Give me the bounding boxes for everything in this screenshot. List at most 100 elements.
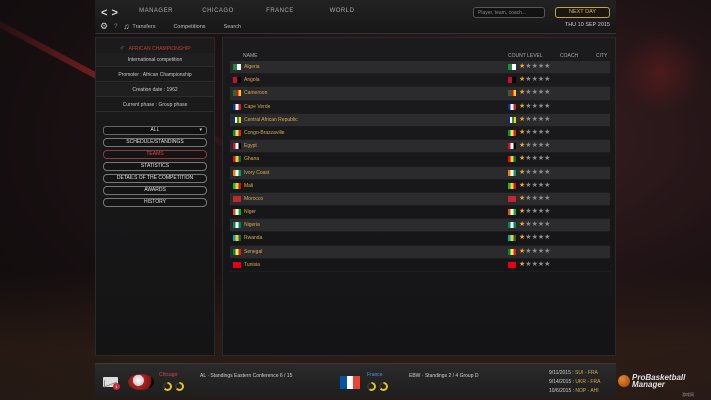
table-row[interactable]: Ghana ★★★★★: [230, 153, 610, 167]
table-row[interactable]: Angola ★★★★★: [230, 74, 610, 88]
level-flag-icon: [508, 248, 516, 255]
table-row[interactable]: Morocco ★★★★★: [230, 192, 610, 207]
country-name[interactable]: Rwanda: [244, 235, 262, 241]
chicago-logo-icon[interactable]: [128, 374, 154, 390]
table-row[interactable]: Tunisia ★★★★★: [230, 259, 610, 272]
table-row[interactable]: Cameroon ★★★★★: [230, 87, 610, 101]
tab-manager[interactable]: MANAGER: [135, 8, 177, 14]
country-name[interactable]: Egypt: [244, 143, 257, 149]
competition-title: ♂ AFRICAN CHAMPIONSHIP: [96, 45, 214, 52]
menu-competition-details[interactable]: DETAILS OF THE COMPETITION: [103, 174, 207, 183]
country-flag-icon: [233, 248, 241, 255]
table-row[interactable]: Nigeria ★★★★★: [230, 219, 610, 233]
sub-link-competitions[interactable]: Competitions: [173, 24, 205, 30]
header-city[interactable]: CITY: [596, 53, 607, 59]
result-row[interactable]: 10/6/2015 : NOP - AHI: [549, 387, 600, 396]
info-creation-date: Creation date : 1962: [96, 83, 214, 97]
level-stars: ★★★★★: [519, 115, 550, 123]
level-flag-icon: [508, 64, 516, 70]
table-row[interactable]: Egypt ★★★★★: [230, 140, 610, 154]
star-empty-icon: ★: [544, 234, 551, 242]
star-empty-icon: ★: [544, 208, 551, 216]
star-empty-icon: ★: [544, 128, 551, 136]
info-promoter: Promoter : African Championship: [96, 68, 214, 82]
forward-arrow-icon[interactable]: >: [111, 7, 117, 19]
star-empty-icon: ★: [544, 194, 551, 202]
menu-awards[interactable]: AWARDS: [103, 186, 207, 195]
male-icon: ♂: [119, 45, 125, 52]
table-row[interactable]: Niger ★★★★★: [230, 206, 610, 220]
mail-count-badge: 1: [113, 383, 120, 390]
country-name[interactable]: Cape Verde: [244, 104, 270, 110]
country-name[interactable]: Senegal: [244, 249, 262, 255]
search-input[interactable]: Player, team, coach...: [473, 7, 545, 18]
gear-icon[interactable]: ⚙: [100, 21, 108, 32]
team1-morale-gauge: [163, 382, 172, 391]
level-stars: ★★★★★: [519, 220, 550, 228]
menu-history[interactable]: HISTORY: [103, 198, 207, 207]
country-flag-icon: [233, 169, 241, 176]
country-name[interactable]: Cameroon: [244, 90, 267, 96]
country-flag-icon: [233, 103, 241, 110]
country-name[interactable]: Congo-Brazzaville: [244, 130, 285, 136]
country-flag-icon: [233, 129, 241, 136]
star-empty-icon: ★: [544, 115, 551, 123]
table-row[interactable]: Congo-Brazzaville ★★★★★: [230, 127, 610, 141]
tab-france[interactable]: FRANCE: [259, 8, 301, 14]
back-arrow-icon[interactable]: <: [101, 7, 107, 19]
level-flag-icon: [508, 235, 516, 242]
table-row[interactable]: Rwanda ★★★★★: [230, 232, 610, 246]
menu-schedule-standings[interactable]: SCHEDULE/STANDINGS: [103, 138, 207, 147]
level-stars: ★★★★★: [519, 181, 550, 189]
watermark-text: 游戏网: [682, 392, 694, 397]
menu-teams[interactable]: TEAMS: [103, 150, 207, 159]
level-stars: ★★★★★: [519, 62, 550, 70]
team2-name[interactable]: France: [367, 372, 383, 378]
france-flag-icon[interactable]: [340, 376, 361, 389]
menu-statistics[interactable]: STATISTICS: [103, 162, 207, 171]
tab-world[interactable]: WORLD: [321, 8, 363, 14]
country-name[interactable]: Niger: [244, 209, 256, 215]
country-name[interactable]: Ghana: [244, 156, 259, 162]
result-row[interactable]: 9/11/2015 : SUI - FRA: [549, 369, 600, 378]
table-row[interactable]: Algeria ★★★★★: [230, 61, 610, 75]
country-flag-icon: [233, 64, 241, 70]
sub-link-transfers[interactable]: Transfers: [132, 24, 155, 30]
team1-name[interactable]: Chicago: [159, 372, 177, 378]
table-row[interactable]: Ivory Coast ★★★★★: [230, 166, 610, 180]
result-row[interactable]: 9/14/2015 : UKR - FRA: [549, 378, 600, 387]
music-icon[interactable]: ♫: [123, 22, 129, 31]
country-flag-icon: [233, 116, 241, 123]
level-stars: ★★★★★: [519, 247, 550, 255]
header-coach[interactable]: COACH: [560, 53, 578, 59]
table-row[interactable]: Mali ★★★★★: [230, 180, 610, 193]
sub-link-search[interactable]: Search: [224, 24, 241, 30]
header-level[interactable]: COUNT LEVEL: [508, 53, 543, 59]
star-empty-icon: ★: [544, 142, 551, 150]
header-name[interactable]: NAME: [243, 53, 257, 59]
team2-standing: EBW · Standings 2 / 4 Group D: [409, 373, 479, 379]
country-flag-icon: [233, 209, 241, 216]
competition-info: International competition Promoter : Afr…: [96, 53, 214, 112]
table-row[interactable]: Central African Republic ★★★★★: [230, 113, 610, 127]
country-name[interactable]: Nigeria: [244, 222, 260, 228]
country-flag-icon: [233, 195, 241, 202]
star-empty-icon: ★: [544, 89, 551, 97]
country-name[interactable]: Ivory Coast: [244, 170, 269, 176]
level-flag-icon: [508, 116, 516, 123]
country-name[interactable]: Mali: [244, 183, 253, 189]
next-day-button[interactable]: NEXT DAY: [555, 7, 610, 18]
group-filter-select[interactable]: ALL ▾: [103, 126, 207, 135]
country-flag-icon: [233, 156, 241, 163]
country-name[interactable]: Morocco: [244, 196, 263, 202]
top-bar: < > MANAGER CHICAGO FRANCE WORLD Player,…: [95, 0, 616, 34]
table-row[interactable]: Senegal ★★★★★: [230, 245, 610, 259]
help-icon[interactable]: ?: [114, 24, 117, 30]
country-name[interactable]: Algeria: [244, 64, 260, 70]
tab-chicago[interactable]: CHICAGO: [197, 8, 239, 14]
level-stars: ★★★★★: [519, 207, 550, 215]
table-row[interactable]: Cape Verde ★★★★★: [230, 101, 610, 114]
country-name[interactable]: Angola: [244, 77, 260, 83]
country-name[interactable]: Central African Republic: [244, 117, 298, 123]
country-name[interactable]: Tunisia: [244, 262, 260, 268]
